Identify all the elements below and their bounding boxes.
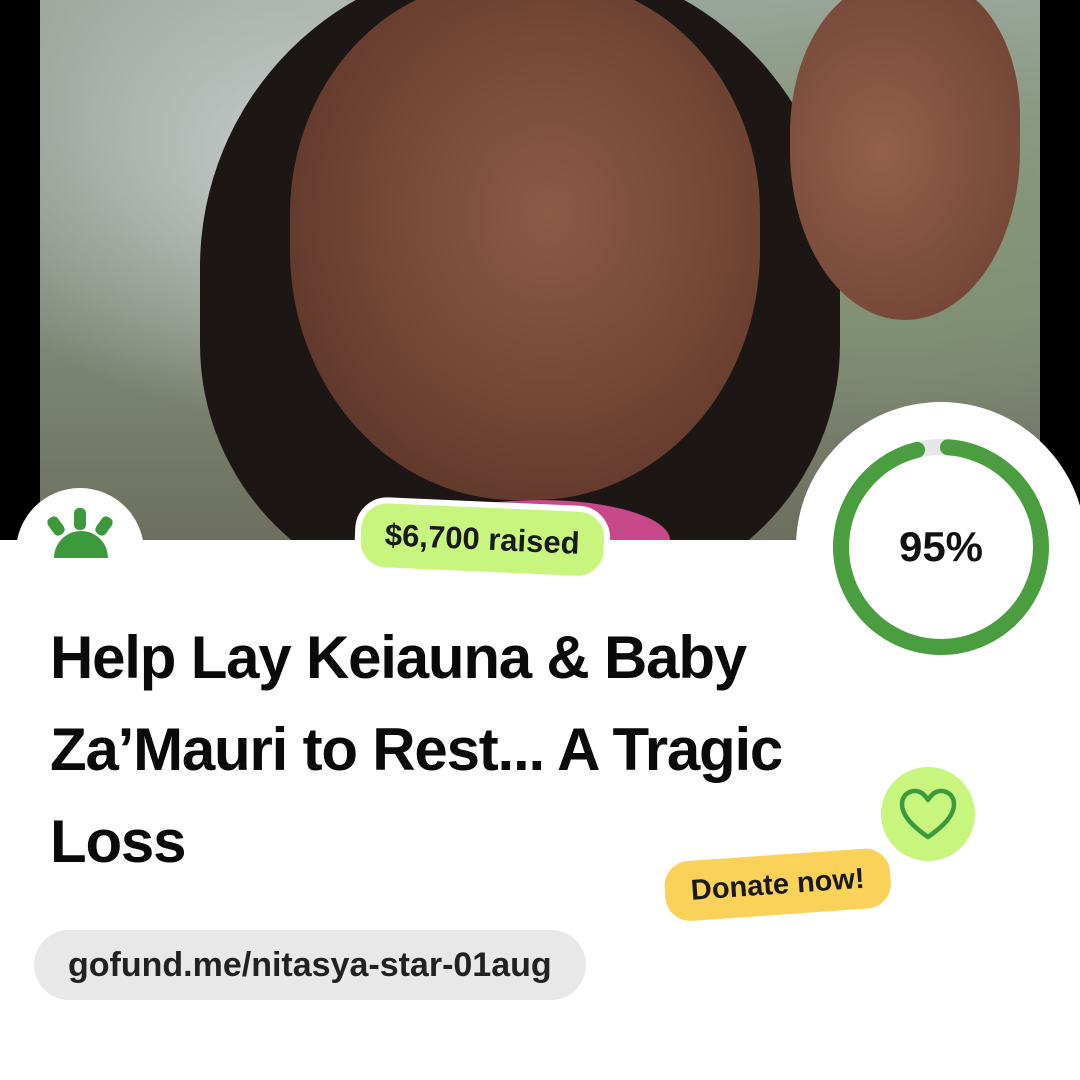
progress-percent: 95%	[898, 523, 984, 570]
heart-button[interactable]	[881, 767, 975, 861]
heart-icon	[899, 788, 957, 840]
campaign-title: Help Lay Keiauna & Baby Za’Mauri to Rest…	[50, 624, 783, 875]
campaign-url-link[interactable]: gofund.me/nitasya-star-01aug	[34, 930, 586, 1000]
photo-hand	[790, 0, 1020, 320]
raised-amount-badge: $6,700 raised	[353, 496, 612, 584]
photo-face	[290, 0, 760, 500]
gofundme-logo-icon	[47, 508, 113, 558]
